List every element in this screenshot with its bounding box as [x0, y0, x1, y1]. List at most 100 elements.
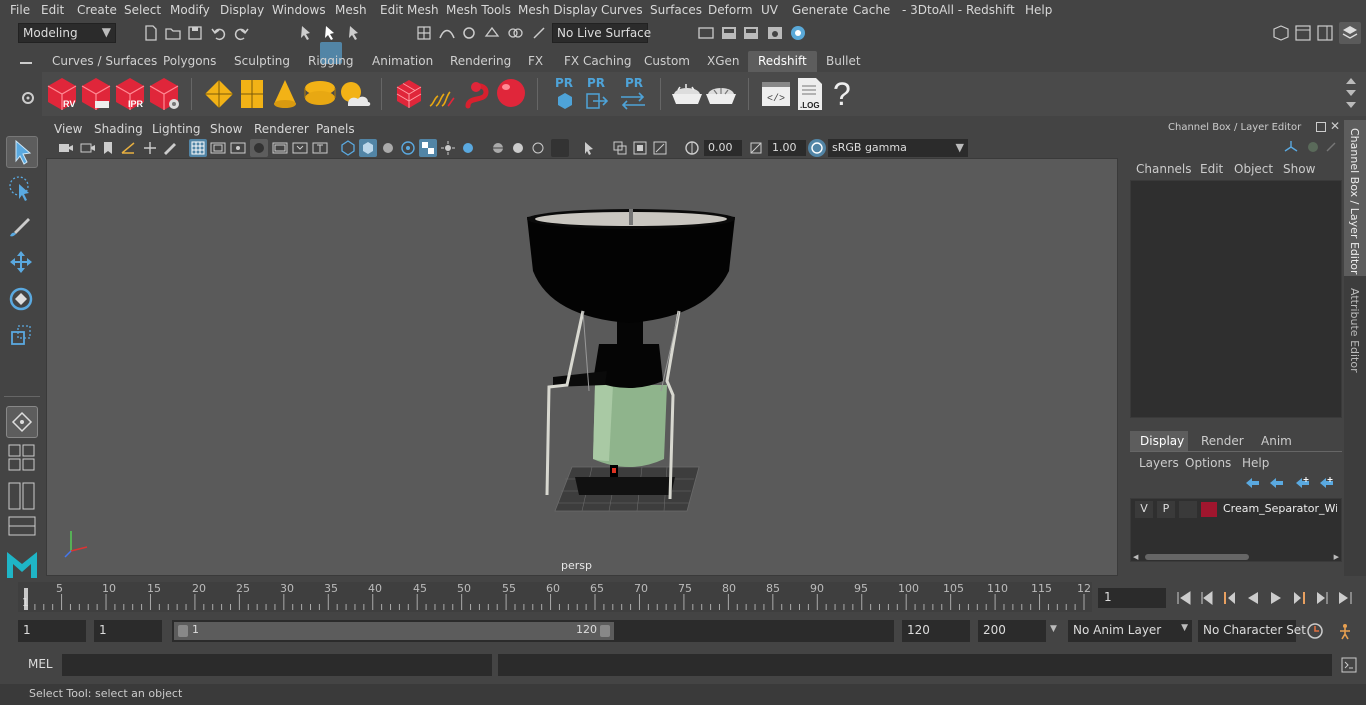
exposure-icon[interactable] [684, 140, 700, 156]
shelf-menu-icon[interactable] [20, 56, 36, 66]
last-tool-button[interactable] [6, 406, 38, 438]
render-frame-icon[interactable] [720, 24, 738, 42]
rotate-tool-button[interactable] [6, 284, 38, 316]
menu-modify[interactable]: Modify [170, 3, 210, 17]
tab-redshift[interactable]: Redshift [748, 51, 817, 72]
channel-menu-edit[interactable]: Edit [1200, 162, 1223, 176]
snap-live-icon[interactable] [506, 24, 524, 42]
layer-name[interactable]: Cream_Separator_With [1223, 502, 1337, 515]
animation-preferences-icon[interactable] [1336, 622, 1354, 640]
save-scene-icon[interactable] [186, 24, 204, 42]
menu-select[interactable]: Select [124, 3, 161, 17]
menu-surfaces[interactable]: Surfaces [650, 3, 702, 17]
safe-title-icon[interactable] [312, 141, 328, 155]
camera-select-icon[interactable] [58, 141, 74, 155]
snap-point-icon[interactable] [460, 24, 478, 42]
menu-curves[interactable]: Curves [601, 3, 643, 17]
side-tab-channel-box[interactable]: Channel Box / Layer Editor [1344, 120, 1366, 276]
redshift-light-icon[interactable] [202, 78, 236, 110]
undo-icon[interactable] [210, 24, 228, 42]
channel-list[interactable] [1130, 180, 1342, 418]
float-icon[interactable] [1316, 122, 1326, 132]
redshift-volume-icon[interactable] [426, 78, 458, 110]
layer-menu-help[interactable]: Help [1242, 456, 1269, 470]
menu-mesh-tools[interactable]: Mesh Tools [446, 3, 511, 17]
smooth-shade-button[interactable] [359, 139, 377, 157]
resolution-gate-icon[interactable] [230, 141, 246, 155]
colorspace-dropdown[interactable]: sRGB gamma ▼ [828, 139, 968, 157]
channel-menu-channels[interactable]: Channels [1136, 162, 1192, 176]
toolbox-toggle-icon[interactable] [1294, 24, 1312, 42]
redshift-sun-sky-icon[interactable] [338, 78, 372, 110]
tab-rendering[interactable]: Rendering [440, 51, 521, 72]
camera-attributes-icon[interactable] [80, 141, 96, 155]
frame-all-icon[interactable] [652, 140, 668, 156]
character-set-dropdown[interactable]: No Character Set [1198, 620, 1306, 642]
menu-create[interactable]: Create [77, 3, 117, 17]
snap-view-plane-icon[interactable] [483, 24, 501, 42]
hypershade-icon[interactable] [789, 24, 807, 42]
depth-of-field-icon[interactable] [530, 140, 546, 156]
xray-joints-icon[interactable] [612, 140, 628, 156]
redshift-proxy-icon[interactable] [394, 78, 424, 110]
grid-toggle-button[interactable] [189, 139, 207, 157]
gamma-field[interactable]: 1.00 [768, 140, 806, 156]
channel-menu-object[interactable]: Object [1234, 162, 1273, 176]
select-component-icon[interactable] [346, 24, 364, 42]
step-back-key-icon[interactable] [1199, 590, 1215, 606]
redshift-settings-icon[interactable] [147, 76, 181, 112]
bookmark-icon[interactable] [102, 141, 114, 155]
tab-fx[interactable]: FX [518, 51, 553, 72]
layer-menu-options[interactable]: Options [1185, 456, 1231, 470]
redshift-pr-export-button[interactable]: PR [582, 76, 612, 114]
redshift-curve-icon[interactable] [462, 76, 496, 112]
channel-menu-show[interactable]: Show [1283, 162, 1315, 176]
viewport-persp[interactable]: persp [46, 158, 1118, 576]
screen-space-ao-icon[interactable] [460, 140, 476, 156]
textured-icon[interactable] [400, 140, 416, 156]
range-handle-right[interactable] [600, 625, 610, 637]
auto-key-icon[interactable] [1306, 622, 1324, 640]
exposure-field[interactable]: 0.00 [704, 140, 742, 156]
play-forwards-icon[interactable] [1268, 590, 1284, 606]
new-scene-icon[interactable] [142, 24, 160, 42]
playback-end-field[interactable]: 120 [902, 620, 970, 642]
menu-uv[interactable]: UV [761, 3, 778, 17]
step-forward-key-icon[interactable] [1314, 590, 1330, 606]
move-tool-button[interactable] [6, 248, 38, 280]
range-handle-left[interactable] [178, 625, 188, 637]
step-back-frame-icon[interactable] [1222, 590, 1238, 606]
2d-pan-zoom-icon[interactable] [142, 141, 158, 155]
viewport-menu-panels[interactable]: Panels [316, 122, 355, 136]
redshift-sphere-icon[interactable] [494, 76, 528, 112]
chevron-down-icon[interactable]: ▼ [1050, 624, 1057, 634]
command-language-label[interactable]: MEL [28, 657, 53, 671]
render-settings-icon[interactable] [766, 24, 784, 42]
viewport-menu-show[interactable]: Show [210, 122, 242, 136]
shadows-icon[interactable] [440, 140, 456, 156]
shelf-scroll[interactable] [1344, 76, 1358, 112]
menu-mesh-display[interactable]: Mesh Display [518, 3, 598, 17]
tab-animation[interactable]: Animation [362, 51, 443, 72]
viewport-menu-renderer[interactable]: Renderer [254, 122, 309, 136]
layer-row[interactable]: V P Cream_Separator_With [1133, 501, 1339, 519]
live-surface-field[interactable]: No Live Surface [552, 23, 651, 43]
tab-custom[interactable]: Custom [634, 51, 700, 72]
current-frame-field[interactable]: 1 [1098, 588, 1166, 608]
tab-curves-surfaces[interactable]: Curves / Surfaces [42, 51, 167, 72]
select-tool-button[interactable] [6, 136, 38, 168]
redshift-log-icon[interactable]: .LOG [794, 76, 826, 112]
menu-edit[interactable]: Edit [41, 3, 64, 17]
menu-windows[interactable]: Windows [272, 3, 326, 17]
step-forward-frame-icon[interactable] [1291, 590, 1307, 606]
redshift-ipr-icon[interactable]: IPR [113, 76, 147, 112]
attribute-toggle-icon[interactable] [1316, 24, 1334, 42]
tab-sculpting[interactable]: Sculpting [224, 51, 300, 72]
redshift-material-pie-2-icon[interactable] [704, 80, 738, 108]
menu-generate[interactable]: Generate [792, 3, 848, 17]
xray-icon[interactable] [582, 140, 598, 156]
viewport-menu-view[interactable]: View [54, 122, 82, 136]
tab-layer-anim[interactable]: Anim [1261, 434, 1292, 448]
menu-deform[interactable]: Deform [708, 3, 753, 17]
layout-side-by-side-icon[interactable] [8, 482, 36, 510]
